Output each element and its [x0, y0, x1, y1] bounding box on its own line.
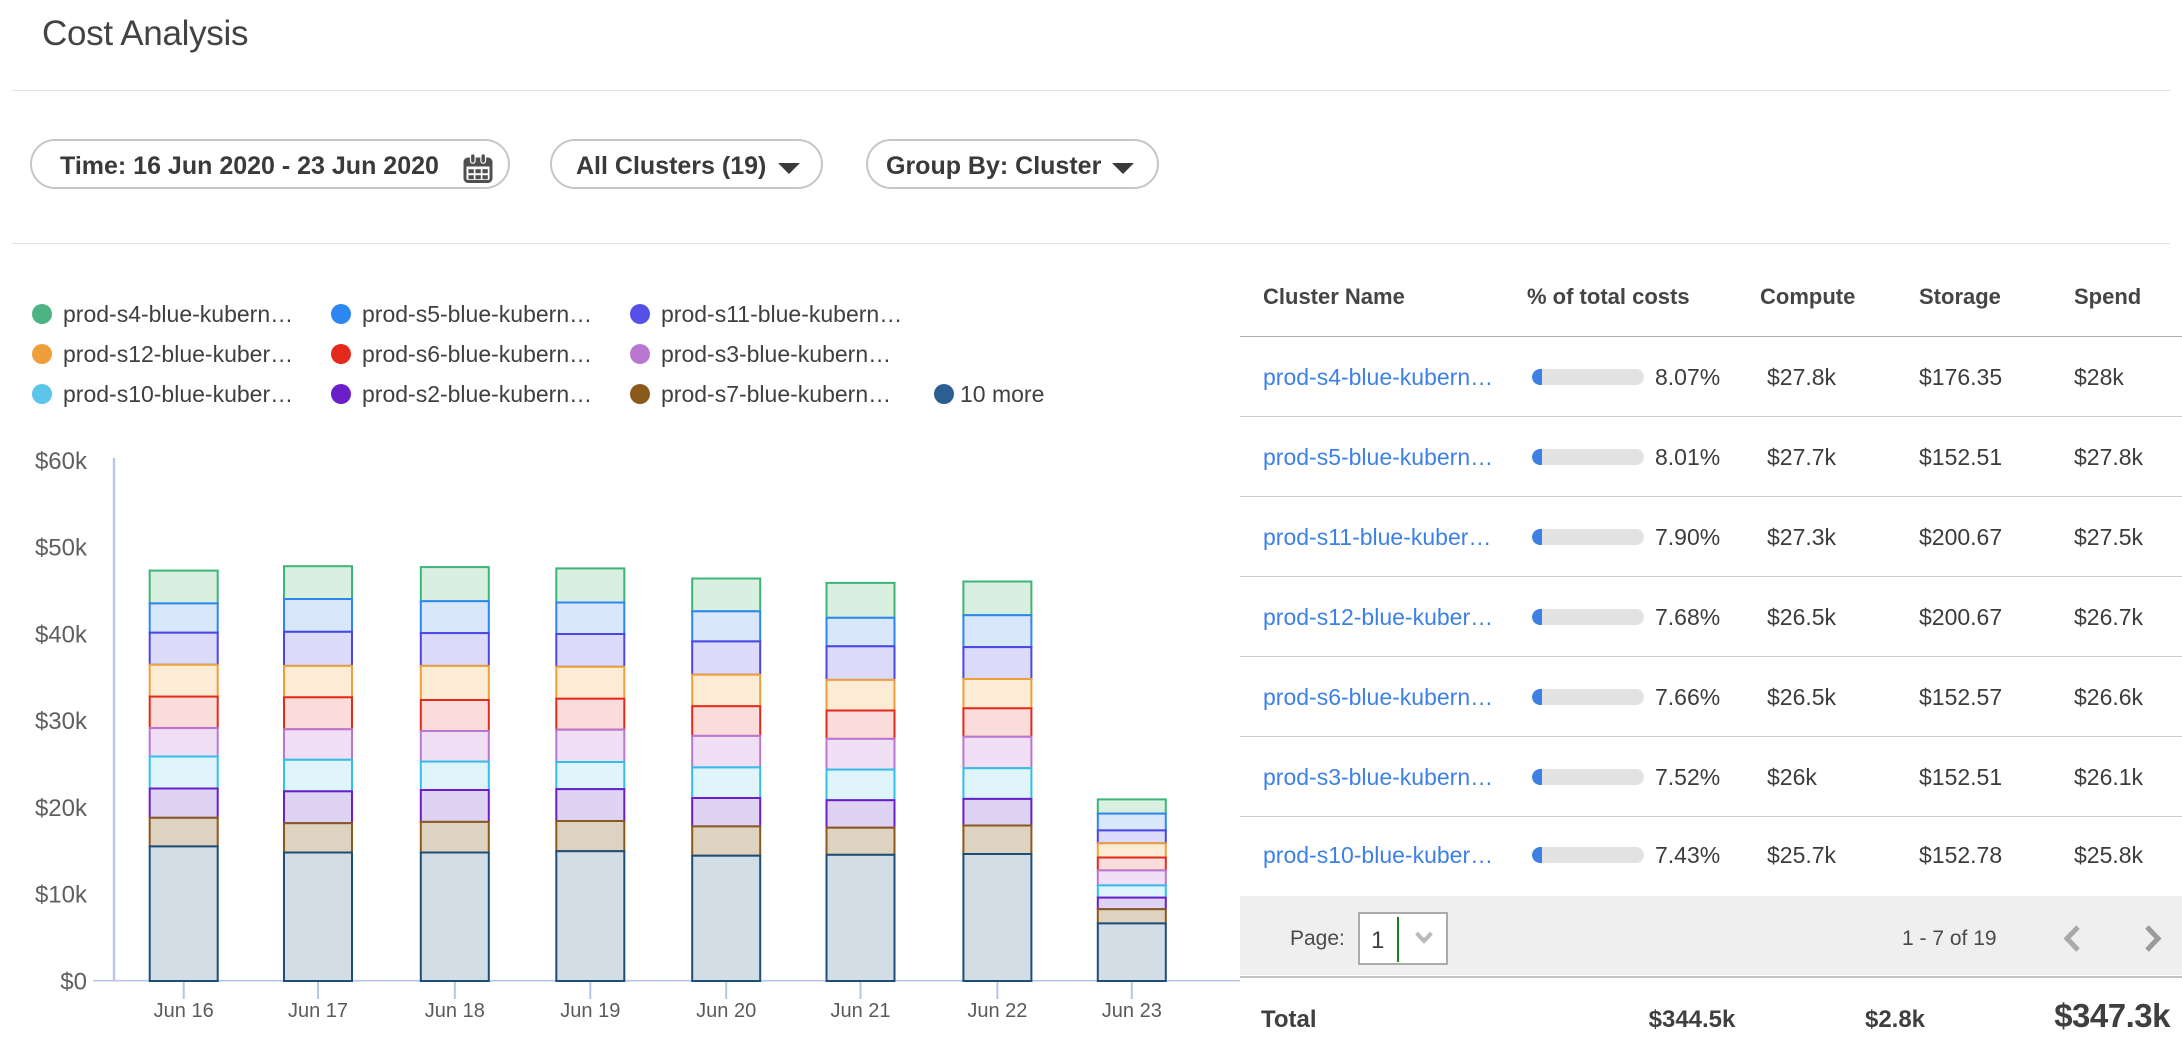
svg-text:Jun 18: Jun 18: [425, 1000, 485, 1022]
svg-text:$10k: $10k: [35, 882, 88, 909]
svg-text:$60k: $60k: [35, 448, 88, 475]
svg-text:Jun 19: Jun 19: [560, 1000, 620, 1022]
svg-text:Jun 22: Jun 22: [967, 1000, 1027, 1022]
svg-text:Jun 23: Jun 23: [1102, 1000, 1162, 1022]
svg-text:Jun 21: Jun 21: [830, 1000, 890, 1022]
svg-text:$40k: $40k: [35, 621, 88, 648]
svg-text:$30k: $30k: [35, 708, 88, 735]
svg-text:Jun 16: Jun 16: [154, 1000, 214, 1022]
svg-text:$20k: $20k: [35, 795, 88, 822]
svg-text:Jun 17: Jun 17: [288, 1000, 348, 1022]
svg-text:$0: $0: [60, 968, 87, 995]
svg-text:$50k: $50k: [35, 535, 88, 562]
svg-text:Jun 20: Jun 20: [696, 1000, 756, 1022]
